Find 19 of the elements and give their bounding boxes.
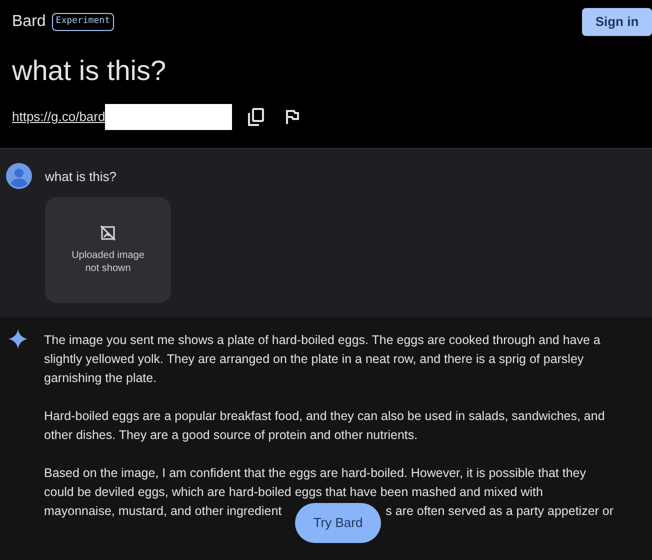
share-link[interactable]: https://g.co/bard bbox=[12, 107, 106, 127]
try-bard-button[interactable]: Try Bard bbox=[295, 503, 381, 543]
user-message: what is this? bbox=[45, 168, 118, 186]
response-text: mayonnaise, mustard, and other ingredient bbox=[44, 502, 282, 520]
response-text: could be deviled eggs, which are hard-boiled eggs that have been mashed and mixed with bbox=[44, 484, 543, 501]
image-off-icon bbox=[100, 224, 116, 240]
response-text: Based on the image, I am confident that the eggs are hard-boiled. However, it is possible that they bbox=[44, 464, 586, 482]
placeholder-caption: Uploaded image not shown bbox=[70, 248, 146, 274]
sign-in-button[interactable]: Sign in bbox=[582, 8, 652, 36]
response-paragraph: Hard-boiled eggs are a popular breakfast food, and they can also be used in salads, sandwiches, and other dishes. They are a good source of protein and other nutrients. bbox=[44, 408, 606, 444]
brand-name: Bard bbox=[12, 12, 46, 32]
copy-icon[interactable] bbox=[248, 108, 264, 126]
user-avatar-icon bbox=[6, 163, 32, 189]
experiment-badge: Experiment bbox=[52, 13, 114, 31]
response-text: s are often served as a party appetizer or bbox=[386, 502, 614, 520]
sparkle-icon bbox=[8, 328, 28, 348]
page-title: what is this? bbox=[12, 54, 168, 88]
response-paragraph: The image you sent me shows a plate of hard-boiled eggs. The eggs are cooked through and have a slightly yellowed yolk. They are arranged on the plate in a neat row, and there is a sprig of parsley garnishing the plate. bbox=[44, 332, 602, 387]
flag-icon[interactable] bbox=[286, 110, 300, 124]
